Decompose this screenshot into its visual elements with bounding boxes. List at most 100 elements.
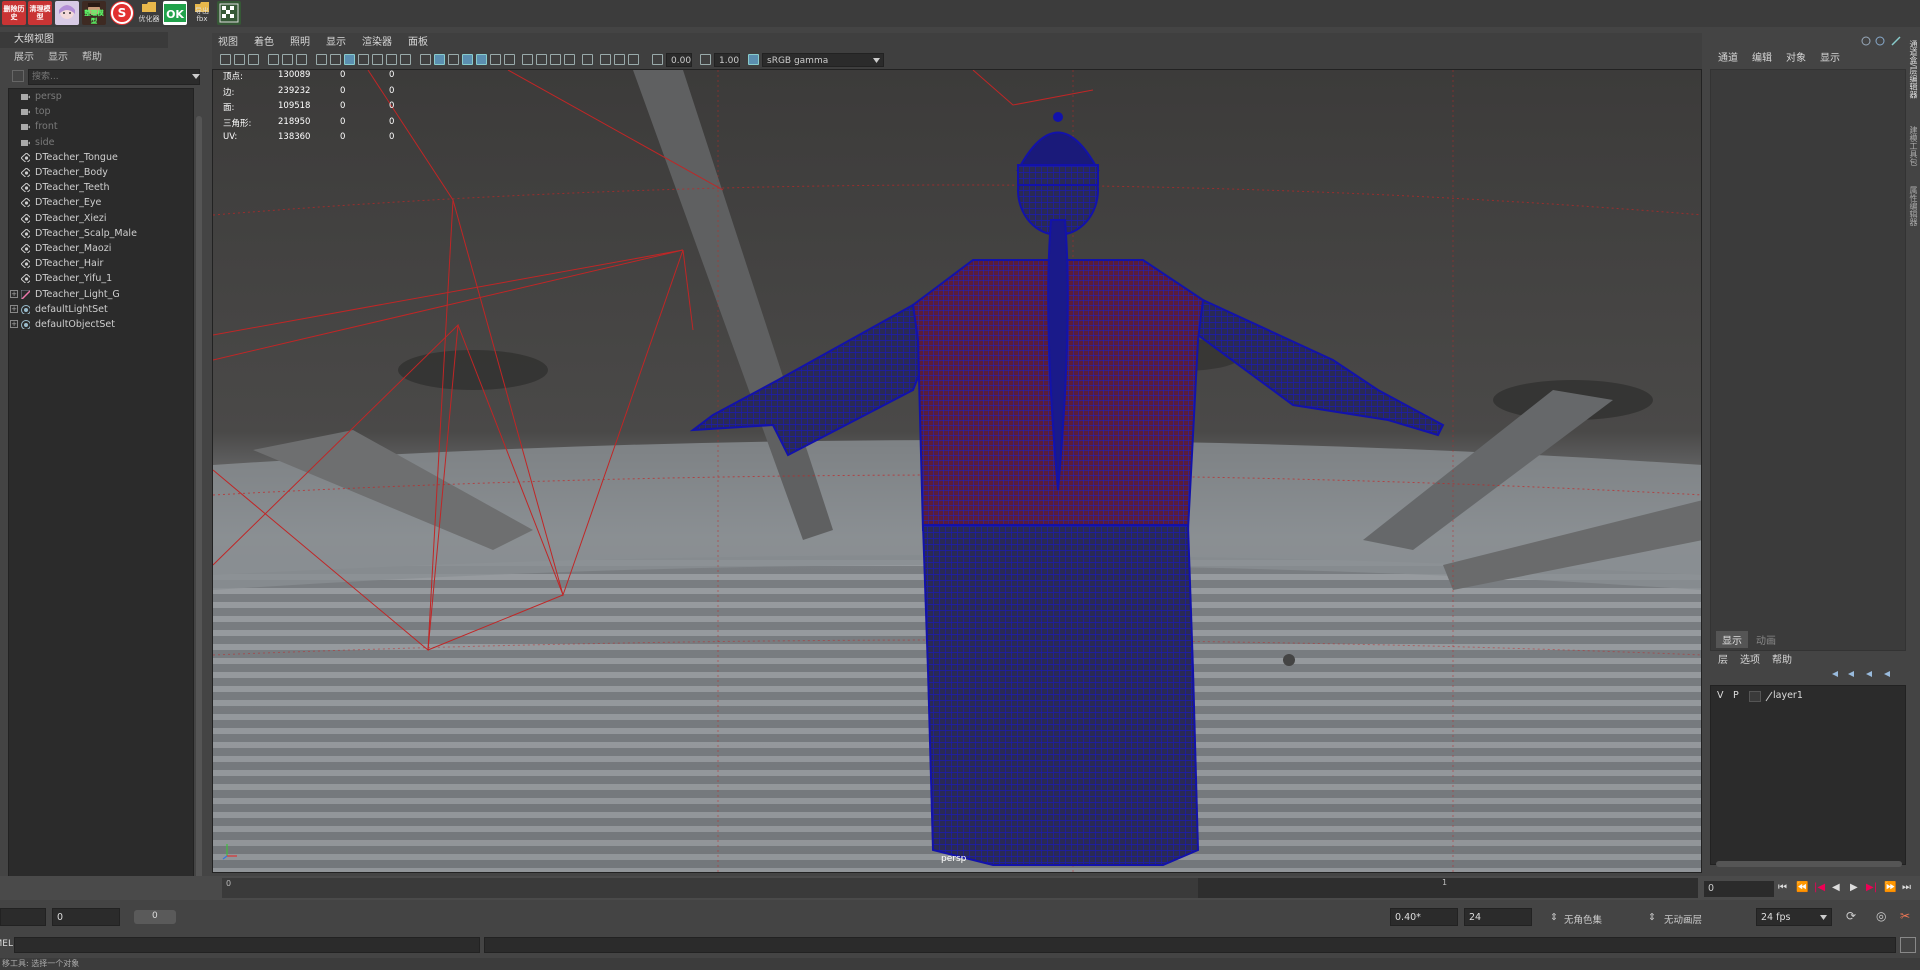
animation-start-field[interactable] (0, 908, 46, 926)
textured-icon[interactable] (476, 54, 487, 65)
outliner-item[interactable]: front (21, 119, 58, 134)
expand-toggle-icon[interactable]: + (10, 289, 18, 298)
next-key-icon[interactable]: ▶| (1866, 882, 1877, 893)
motion-blur-icon[interactable] (536, 54, 547, 65)
anim-layer-dropdown[interactable]: 无动画层 (1664, 912, 1702, 926)
playback-start-field[interactable]: 0 (52, 908, 120, 926)
fps-dropdown[interactable]: 24 fps (1756, 908, 1832, 926)
outliner-item[interactable]: DTeacher_Hair (21, 256, 103, 271)
outliner-menu-help[interactable]: 帮助 (82, 50, 102, 65)
outliner-item[interactable]: top (21, 104, 51, 119)
resolution-gate-icon[interactable] (344, 54, 355, 65)
isolate-select-icon[interactable] (582, 54, 593, 65)
outliner-item[interactable]: + DTeacher_Light_G (10, 287, 120, 302)
lights-icon[interactable] (490, 54, 501, 65)
grid-tool-button[interactable] (217, 1, 241, 25)
outliner-item[interactable]: + defaultLightSet (10, 302, 108, 317)
outliner-item[interactable]: persp (21, 89, 62, 104)
2d-pan-zoom-icon[interactable] (296, 54, 307, 65)
depth-of-field-icon[interactable] (564, 54, 575, 65)
multisample-icon[interactable] (550, 54, 561, 65)
camera-attributes-icon[interactable] (234, 54, 245, 65)
clean-model-button[interactable]: 清理模型 (28, 1, 52, 25)
layer-visibility-toggle[interactable]: V (1717, 690, 1724, 701)
safe-action-icon[interactable] (386, 54, 397, 65)
outliner-item[interactable]: DTeacher_Yifu_1 (21, 271, 112, 286)
script-editor-icon[interactable] (1900, 937, 1916, 953)
layer-action-icons[interactable] (1830, 669, 1902, 679)
image-plane-icon[interactable] (268, 54, 279, 65)
loop-icon[interactable]: ⟳ (1846, 909, 1856, 923)
layer-horizontal-scrollbar[interactable] (1716, 861, 1902, 867)
menu-lighting[interactable]: 照明 (290, 35, 310, 51)
layer-row[interactable]: V P layer1 (1715, 690, 1901, 704)
playback-end-field[interactable]: 24 (1464, 908, 1532, 926)
xray-active-icon[interactable] (614, 54, 625, 65)
outliner-vertical-scrollbar[interactable] (196, 116, 202, 882)
side-tab-channel-layers[interactable]: 通道盒/层编辑器 (1908, 40, 1919, 99)
wireframe-icon[interactable] (420, 54, 431, 65)
side-tab-modeling-toolkit[interactable]: 建模工具包 (1908, 126, 1919, 166)
prev-key-icon[interactable]: |◀ (1814, 882, 1825, 893)
command-input[interactable] (14, 937, 480, 953)
gate-mask-icon[interactable] (358, 54, 369, 65)
outliner-item[interactable]: DTeacher_Xiezi (21, 211, 107, 226)
film-gate-icon[interactable] (330, 54, 341, 65)
exposure-field[interactable]: 0.00 (666, 53, 692, 67)
menu-panels[interactable]: 面板 (408, 35, 428, 51)
menu-object[interactable]: 对象 (1786, 49, 1806, 64)
layer-playback-toggle[interactable]: P (1733, 690, 1739, 701)
character-set-dropdown[interactable]: 无角色集 (1564, 912, 1602, 926)
tab-display[interactable]: 显示 (1716, 631, 1748, 648)
smooth-shade-icon[interactable] (434, 54, 445, 65)
bookmark-icon[interactable] (248, 54, 259, 65)
ambient-occlusion-icon[interactable] (522, 54, 533, 65)
outliner-menu-show[interactable]: 显示 (48, 50, 68, 65)
play-forward-icon[interactable]: ▶ (1850, 882, 1858, 893)
safe-title-icon[interactable] (400, 54, 411, 65)
search-filter-icon[interactable] (12, 70, 24, 82)
exposure-icon[interactable] (652, 54, 663, 65)
layer-color-swatch[interactable] (1749, 691, 1761, 702)
menu-layers[interactable]: 层 (1718, 651, 1728, 666)
gamma-field[interactable]: 1.00 (714, 53, 740, 67)
playback-speed-field[interactable]: 0.40* (1390, 908, 1458, 926)
xray-icon[interactable] (600, 54, 611, 65)
channel-box-area[interactable] (1710, 69, 1906, 651)
menu-edit[interactable]: 编辑 (1752, 49, 1772, 64)
menu-help[interactable]: 帮助 (1772, 651, 1792, 666)
xray-joints-icon[interactable] (628, 54, 639, 65)
color-management-icon[interactable] (748, 54, 759, 65)
play-backward-icon[interactable]: ◀ (1832, 882, 1840, 893)
chevron-down-icon[interactable] (192, 72, 200, 80)
anime-avatar-button[interactable] (55, 1, 79, 25)
range-slider[interactable]: 0 (134, 910, 176, 924)
script-language-label[interactable]: MEL (0, 939, 13, 949)
stop-button[interactable]: S (110, 1, 134, 25)
time-slider-range[interactable] (1198, 878, 1698, 898)
3d-viewport[interactable]: 顶点: 130089 0 0 边: 239232 0 0 面: 109518 0 0 三角形: 21895… (212, 69, 1702, 873)
menu-channels[interactable]: 通道 (1718, 49, 1738, 64)
side-tab-attribute-editor[interactable]: 属性编辑器 (1908, 186, 1919, 226)
go-to-start-icon[interactable]: ⏮ (1778, 882, 1787, 893)
menu-renderer[interactable]: 渲染器 (362, 35, 392, 51)
grease-pencil-icon[interactable] (282, 54, 293, 65)
export-fbx-button[interactable]: 导出fbx (190, 1, 214, 25)
outliner-search-input[interactable]: 搜索... (28, 69, 200, 85)
field-chart-icon[interactable] (372, 54, 383, 65)
shadows-icon[interactable] (504, 54, 515, 65)
menu-show[interactable]: 显示 (1820, 49, 1840, 64)
optimizer-button[interactable]: 优化器 (137, 1, 161, 25)
delete-history-button[interactable]: 删除历史 (2, 1, 26, 25)
menu-view[interactable]: 视图 (218, 35, 238, 51)
color-space-dropdown[interactable]: sRGB gamma (762, 53, 884, 67)
select-camera-icon[interactable] (220, 54, 231, 65)
ok-button[interactable]: OK (163, 1, 187, 25)
menu-shading[interactable]: 着色 (254, 35, 274, 51)
outliner-item[interactable]: DTeacher_Teeth (21, 180, 110, 195)
outliner-item[interactable]: DTeacher_Scalp_Male (21, 226, 137, 241)
outliner-item[interactable]: DTeacher_Tongue (21, 150, 118, 165)
expand-toggle-icon[interactable]: + (10, 320, 18, 328)
step-forward-icon[interactable]: ⏩ (1884, 882, 1896, 893)
default-material-icon[interactable] (448, 54, 459, 65)
